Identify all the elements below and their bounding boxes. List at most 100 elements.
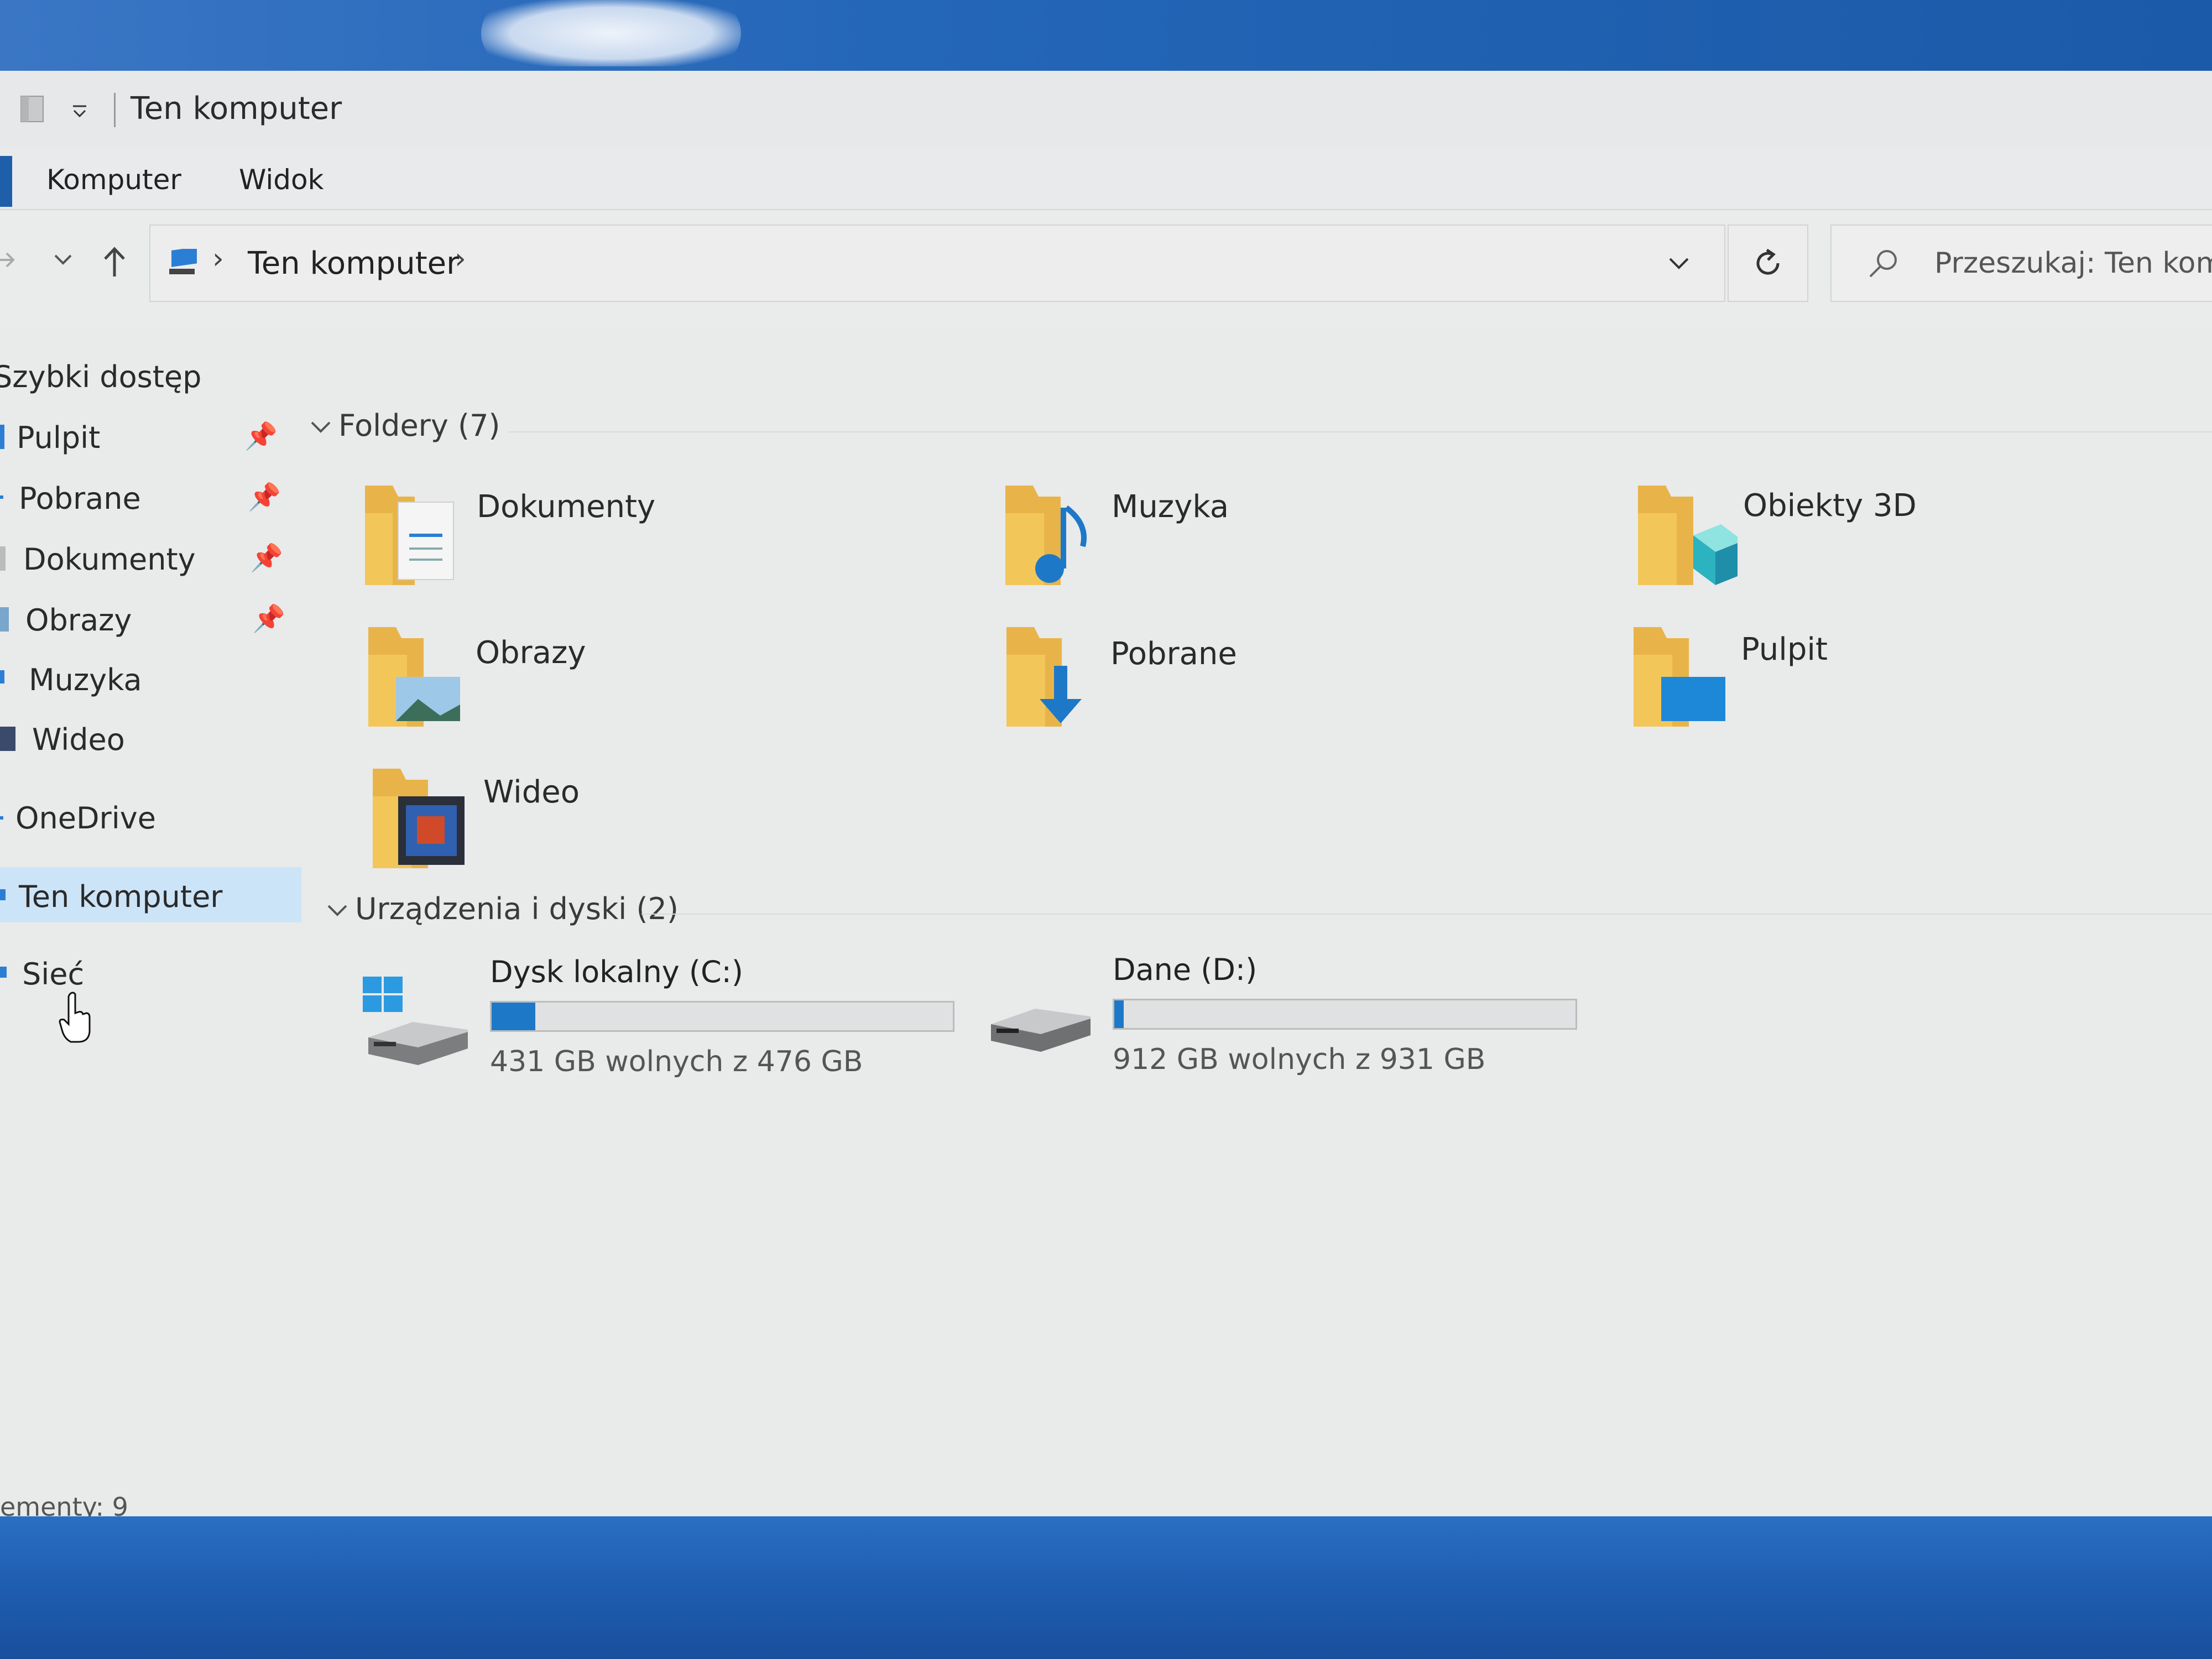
drive-name: Dane (D:): [1113, 952, 1258, 987]
breadcrumb-ten-komputer[interactable]: Ten komputer: [248, 246, 459, 281]
group-divider: [509, 431, 2212, 432]
folder-label: Pobrane: [1110, 636, 1237, 672]
title-separator: [114, 93, 116, 127]
devices-group-header[interactable]: Urządzenia i dyski (2): [326, 891, 679, 926]
recent-locations-chevron-icon[interactable]: [51, 243, 75, 285]
navigation-pane: Szybki dostęp Pulpit 📌 Pobrane 📌 Dokumen…: [0, 347, 310, 1509]
folder-label: Wideo: [483, 774, 580, 810]
downloads-folder-icon: [1006, 627, 1082, 727]
pictures-folder-icon: [368, 627, 460, 727]
sidebar-item-label: Ten komputer: [19, 879, 223, 914]
sidebar-item-label: Muzyka: [29, 662, 142, 697]
breadcrumb-chevron-icon[interactable]: ›: [455, 242, 466, 275]
drive-c[interactable]: Dysk lokalny (C:) 431 GB wolnych z 476 G…: [363, 954, 971, 1087]
downloads-icon: [0, 495, 3, 499]
sidebar-item-label: Pulpit: [17, 420, 101, 455]
address-bar[interactable]: › Ten komputer ›: [149, 225, 1725, 302]
desktop-background-top: [0, 0, 2212, 72]
refresh-button[interactable]: [1728, 225, 1808, 302]
drive-icon: [991, 1009, 1091, 1052]
sidebar-item-wideo[interactable]: Wideo: [0, 710, 301, 765]
content-pane: Foldery (7) Dokumenty Muzyka Obiekty 3D …: [310, 347, 2212, 1453]
ribbon: Komputer Widok: [0, 148, 2212, 210]
sidebar-item-pulpit[interactable]: Pulpit 📌: [0, 408, 301, 463]
videos-icon: [0, 727, 15, 751]
pin-icon[interactable]: 📌: [252, 603, 285, 634]
sidebar-item-dokumenty[interactable]: Dokumenty 📌: [0, 530, 301, 585]
drive-usage-bar: [490, 1001, 954, 1032]
sidebar-item-quick-access[interactable]: Szybki dostęp: [0, 347, 301, 403]
documents-folder-icon: [365, 486, 454, 585]
folder-pulpit[interactable]: Pulpit: [1628, 622, 2209, 743]
folder-obrazy[interactable]: Obrazy: [363, 622, 943, 743]
sidebar-item-label: Wideo: [32, 722, 125, 757]
group-divider: [641, 914, 2212, 915]
devices-group-label: Urządzenia i dyski (2): [355, 891, 679, 926]
system-drive-icon: [363, 977, 468, 1065]
sidebar-item-pobrane[interactable]: Pobrane 📌: [0, 469, 301, 524]
folders-group-header[interactable]: Foldery (7): [310, 408, 500, 443]
file-explorer-window: Ten komputer Komputer Widok › Ten komput…: [0, 71, 2212, 1516]
collapse-chevron-icon[interactable]: [310, 414, 338, 442]
folders-group-label: Foldery (7): [338, 408, 500, 443]
drive-usage-bar: [1113, 999, 1577, 1030]
documents-icon: [0, 546, 6, 571]
customize-quick-access-icon[interactable]: [69, 95, 91, 123]
folder-label: Pulpit: [1741, 632, 1828, 667]
navigation-bar: › Ten komputer › Przeszukaj: Ten komp: [0, 210, 2212, 321]
drive-d[interactable]: Dane (D:) 912 GB wolnych z 931 GB: [985, 952, 1594, 1085]
folder-muzyka[interactable]: Muzyka: [1000, 480, 1580, 602]
drive-usage-fill: [492, 1003, 536, 1030]
folder-label: Dokumenty: [477, 489, 656, 525]
sidebar-item-label: Dokumenty: [23, 542, 196, 577]
breadcrumb-chevron-icon[interactable]: ›: [212, 242, 224, 275]
drive-usage-fill: [1114, 1000, 1124, 1028]
desktop-folder-icon: [1634, 627, 1725, 727]
folder-dokumenty[interactable]: Dokumenty: [359, 480, 940, 602]
folder-label: Muzyka: [1112, 489, 1229, 525]
sidebar-item-obrazy[interactable]: Obrazy 📌: [0, 591, 301, 646]
sidebar-item-ten-komputer[interactable]: Ten komputer: [0, 867, 301, 922]
computer-icon: [169, 249, 197, 274]
window-title: Ten komputer: [131, 91, 342, 127]
music-folder-icon: [1005, 486, 1087, 585]
forward-arrow-icon[interactable]: [0, 243, 19, 285]
music-icon: [0, 670, 4, 684]
sidebar-item-onedrive[interactable]: OneDrive: [0, 789, 301, 844]
sidebar-item-label: Pobrane: [19, 481, 141, 516]
up-arrow-icon[interactable]: [101, 243, 128, 287]
pin-icon[interactable]: 📌: [250, 542, 283, 573]
quick-access-properties-icon[interactable]: [17, 93, 50, 125]
videos-folder-icon: [373, 769, 465, 868]
folder-label: Obiekty 3D: [1743, 488, 1917, 524]
folder-obiekty-3d[interactable]: Obiekty 3D: [1632, 480, 2212, 602]
hand-cursor-icon: [59, 992, 91, 1043]
search-icon: [1869, 250, 1897, 278]
pin-icon[interactable]: 📌: [244, 420, 278, 452]
folder-label: Obrazy: [476, 635, 586, 671]
3d-objects-folder-icon: [1638, 486, 1738, 585]
collapse-chevron-icon[interactable]: [326, 897, 355, 925]
sidebar-item-label: Obrazy: [25, 603, 132, 638]
sidebar-item-siec[interactable]: Sieć: [0, 945, 301, 1000]
status-bar-item-count: ementy: 9: [0, 1492, 128, 1516]
sidebar-item-muzyka[interactable]: Muzyka: [0, 650, 301, 706]
desktop-background-bottom: [0, 1516, 2212, 1659]
file-tab[interactable]: [0, 156, 12, 207]
pin-icon[interactable]: 📌: [248, 481, 281, 513]
computer-icon: [0, 889, 6, 900]
folder-wideo[interactable]: Wideo: [367, 763, 948, 885]
sidebar-item-label: Szybki dostęp: [0, 359, 202, 394]
address-history-chevron-icon[interactable]: [1666, 250, 1692, 283]
drive-name: Dysk lokalny (C:): [490, 954, 743, 989]
search-placeholder: Przeszukaj: Ten komp: [1934, 247, 2212, 280]
search-box[interactable]: Przeszukaj: Ten komp: [1830, 225, 2212, 302]
refresh-icon: [1756, 248, 1780, 275]
drive-free-space: 431 GB wolnych z 476 GB: [490, 1045, 863, 1078]
sidebar-item-label: OneDrive: [15, 801, 156, 836]
folder-pobrane[interactable]: Pobrane: [1001, 622, 1582, 743]
network-icon: [0, 967, 7, 978]
tab-komputer[interactable]: Komputer: [46, 164, 181, 196]
tab-widok[interactable]: Widok: [239, 164, 324, 196]
sidebar-item-label: Sieć: [22, 957, 85, 992]
